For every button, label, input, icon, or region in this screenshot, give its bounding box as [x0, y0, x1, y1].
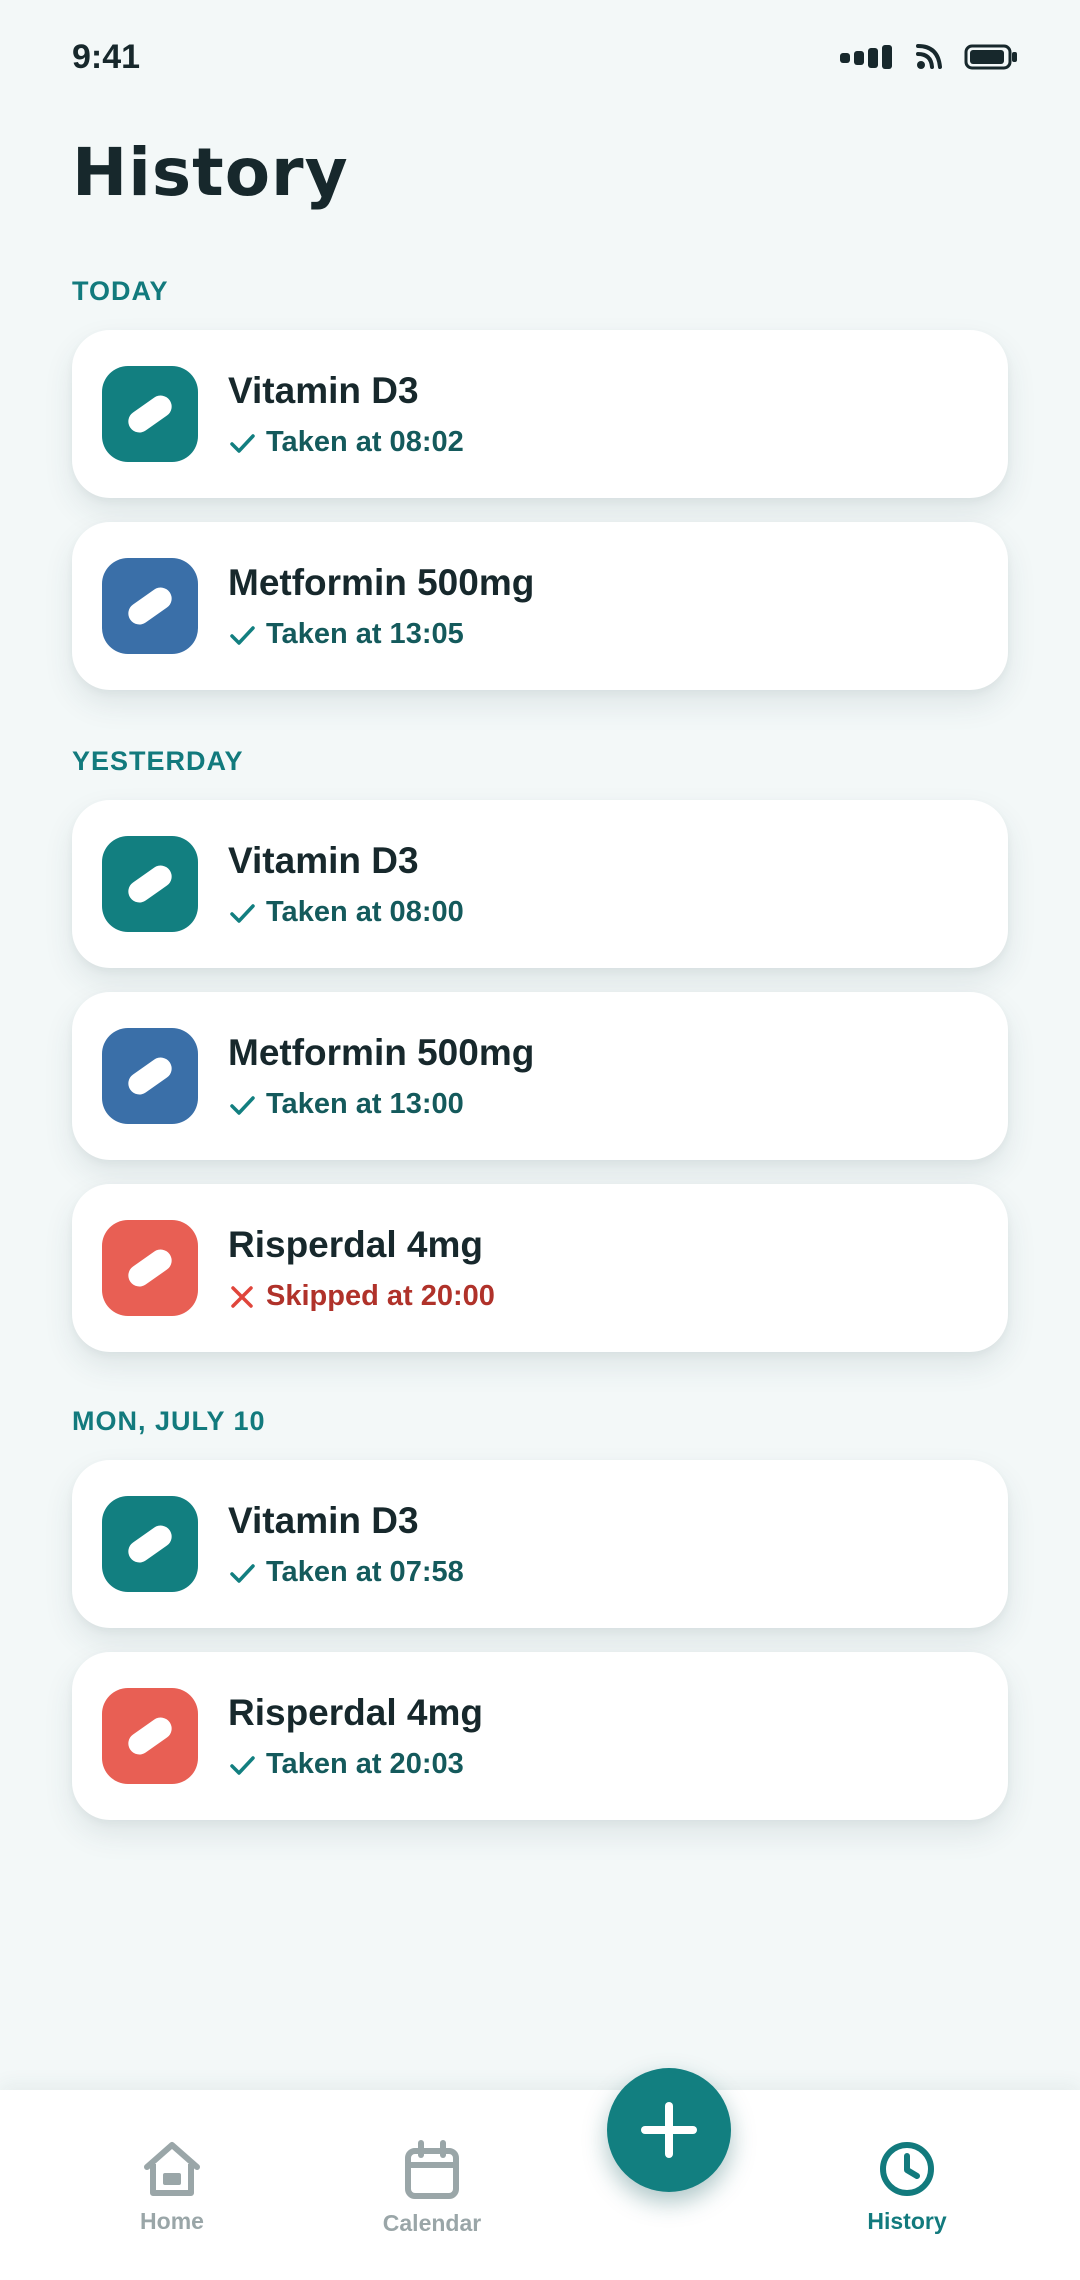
pill-tile [102, 1028, 198, 1124]
pill-icon [128, 865, 172, 903]
medication-status: Taken at 08:00 [228, 896, 464, 929]
pill-icon [128, 1525, 172, 1563]
medication-status: Taken at 08:02 [228, 426, 464, 459]
check-icon [230, 433, 255, 453]
medication-name: Risperdal 4mg [228, 1692, 483, 1733]
pill-icon [128, 1249, 172, 1287]
section-label-date: MON, JULY 10 [72, 1406, 266, 1436]
status-time: 9:41 [72, 38, 141, 76]
wifi-icon [916, 44, 942, 69]
medication-status-text: Taken at 13:05 [266, 618, 464, 650]
medication-status: Taken at 13:05 [228, 618, 464, 651]
pill-tile [102, 1220, 198, 1316]
nav-home[interactable]: Home [92, 2140, 252, 2235]
pill-tile [102, 558, 198, 654]
section-label-today: TODAY [72, 276, 169, 306]
history-card[interactable]: Vitamin D3 Taken at 08:00 [72, 800, 1008, 968]
medication-status: Skipped at 20:00 [228, 1280, 495, 1313]
nav-calendar[interactable]: Calendar [352, 2140, 512, 2237]
clock-icon [880, 2142, 934, 2196]
signal-icon [840, 45, 892, 69]
medication-name: Metformin 500mg [228, 562, 535, 603]
pill-tile [102, 366, 198, 462]
history-card[interactable]: Metformin 500mg Taken at 13:05 [72, 522, 1008, 690]
home-icon [144, 2142, 200, 2196]
medication-name: Vitamin D3 [228, 840, 419, 881]
pill-icon [128, 1057, 172, 1095]
medication-name: Risperdal 4mg [228, 1224, 483, 1265]
x-icon [231, 1285, 253, 1308]
medication-status-text: Taken at 13:00 [266, 1088, 464, 1120]
medication-name: Metformin 500mg [228, 1032, 535, 1073]
pill-icon [128, 587, 172, 625]
medication-name: Vitamin D3 [228, 370, 419, 411]
medication-status-text: Skipped at 20:00 [266, 1280, 495, 1312]
pill-tile [102, 1496, 198, 1592]
medication-status: Taken at 13:00 [228, 1088, 464, 1121]
medication-status-text: Taken at 08:02 [266, 426, 464, 458]
history-card[interactable]: Vitamin D3 Taken at 07:58 [72, 1460, 1008, 1628]
pill-tile [102, 1688, 198, 1784]
history-card[interactable]: Vitamin D3 Taken at 08:02 [72, 330, 1008, 498]
pill-icon [128, 1717, 172, 1755]
nav-history-label: History [867, 2208, 947, 2234]
status-bar: 9:41 [0, 0, 1080, 120]
calendar-icon [405, 2140, 459, 2199]
medication-status: Taken at 07:58 [228, 1556, 464, 1589]
history-card[interactable]: Risperdal 4mg Skipped at 20:00 [72, 1184, 1008, 1352]
plus-icon [641, 2102, 697, 2158]
check-icon [230, 625, 255, 645]
nav-home-label: Home [140, 2208, 204, 2234]
medication-status-text: Taken at 07:58 [266, 1556, 464, 1588]
page-title: History [72, 134, 349, 211]
check-icon [230, 903, 255, 923]
history-card[interactable]: Risperdal 4mg Taken at 20:03 [72, 1652, 1008, 1820]
check-icon [230, 1095, 255, 1115]
medication-name: Vitamin D3 [228, 1500, 419, 1541]
pill-tile [102, 836, 198, 932]
battery-icon [964, 44, 1017, 70]
section-label-yesterday: YESTERDAY [72, 746, 244, 776]
medication-status: Taken at 20:03 [228, 1748, 464, 1781]
medication-status-text: Taken at 20:03 [266, 1748, 464, 1780]
bottom-nav: Home Calendar History [0, 2090, 1080, 2280]
status-icons [840, 42, 1018, 72]
check-icon [230, 1755, 255, 1775]
add-medication-button[interactable] [607, 2068, 731, 2192]
nav-history[interactable]: History [827, 2140, 987, 2235]
nav-calendar-label: Calendar [382, 2210, 482, 2236]
history-card[interactable]: Metformin 500mg Taken at 13:00 [72, 992, 1008, 1160]
check-icon [230, 1563, 255, 1583]
pill-icon [128, 395, 172, 433]
medication-status-text: Taken at 08:00 [266, 896, 464, 928]
